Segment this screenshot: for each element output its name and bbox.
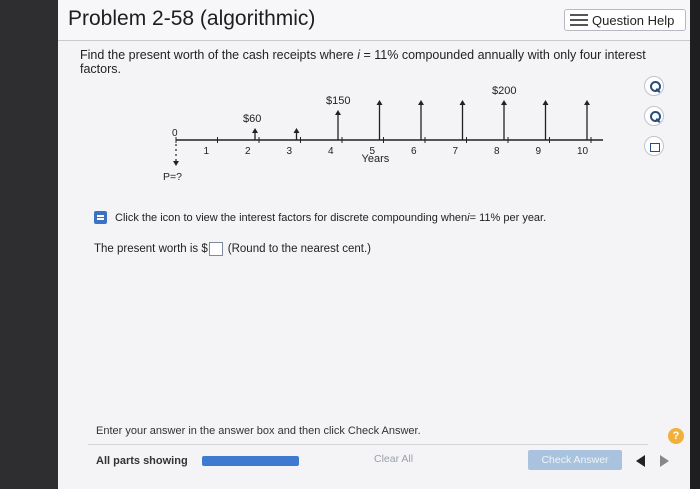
receipt-label: $150: [326, 95, 350, 107]
axis-label: Years: [362, 153, 390, 165]
interest-factors-hint[interactable]: Click the icon to view the interest fact…: [94, 211, 546, 224]
problem-window: Problem 2-58 (algorithmic) Question Help…: [58, 0, 690, 489]
footer-bar: All parts showing Clear All Check Answer: [96, 450, 676, 470]
receipt-arrowhead: [459, 100, 466, 105]
footer-divider: [88, 444, 648, 445]
receipt-arrowhead: [293, 128, 300, 133]
year-label: 2: [245, 146, 251, 157]
year-label: 1: [204, 146, 210, 157]
year-label: 4: [328, 146, 334, 157]
answer-round-note: (Round to the nearest cent.): [227, 243, 371, 255]
clear-all-button[interactable]: Clear All: [374, 453, 413, 465]
footer-instruction: Enter your answer in the answer box and …: [96, 425, 421, 437]
receipt-arrowhead: [584, 100, 590, 105]
help-icon[interactable]: ?: [668, 428, 684, 444]
photo-left-edge: [0, 0, 58, 489]
hint-text-after: = 11% per year.: [469, 211, 547, 224]
check-answer-button[interactable]: Check Answer: [528, 450, 622, 470]
receipt-arrowhead: [335, 110, 341, 115]
present-worth-input[interactable]: [208, 242, 223, 256]
title-bar: Problem 2-58 (algorithmic) Question Help: [58, 0, 690, 41]
present-worth-label: P=?: [163, 171, 182, 183]
question-text: Find the present worth of the cash recei…: [80, 48, 690, 76]
answer-row: The present worth is $ (Round to the nea…: [94, 242, 371, 256]
parts-showing-label: All parts showing: [96, 455, 188, 467]
question-text-before: Find the present worth of the cash recei…: [80, 48, 358, 62]
receipt-arrowhead: [501, 100, 507, 105]
receipt-arrowhead: [542, 100, 549, 105]
question-help-label: Question Help: [592, 12, 675, 28]
hint-text-before: Click the icon to view the interest fact…: [115, 211, 468, 224]
year-label: 10: [577, 146, 589, 157]
present-worth-arrowhead: [173, 161, 179, 166]
photo-right-edge: [690, 0, 700, 489]
year-label: 3: [287, 146, 293, 157]
question-help-button[interactable]: Question Help: [564, 9, 686, 31]
table-icon[interactable]: [94, 211, 107, 224]
answer-prefix: The present worth is $: [94, 243, 208, 255]
cash-flow-diagram: 01 2 3 4 5 6 7 8 9 10YearsP=?$60$150$200: [163, 85, 603, 183]
list-icon: [570, 14, 588, 26]
problem-title: Problem 2-58 (algorithmic): [68, 7, 316, 30]
parts-progress-bar: [202, 456, 299, 466]
receipt-arrowhead: [418, 100, 424, 105]
next-arrow-icon[interactable]: [660, 455, 669, 467]
year-label: 7: [453, 146, 459, 157]
year-label: 9: [536, 146, 542, 157]
year-label: 6: [411, 146, 417, 157]
receipt-arrowhead: [376, 100, 383, 105]
receipt-arrowhead: [252, 128, 258, 133]
receipt-label: $60: [243, 113, 261, 125]
year-label: 8: [494, 146, 500, 157]
receipt-label: $200: [492, 85, 516, 97]
previous-arrow-icon[interactable]: [636, 455, 645, 467]
year-label: 0: [172, 128, 178, 139]
